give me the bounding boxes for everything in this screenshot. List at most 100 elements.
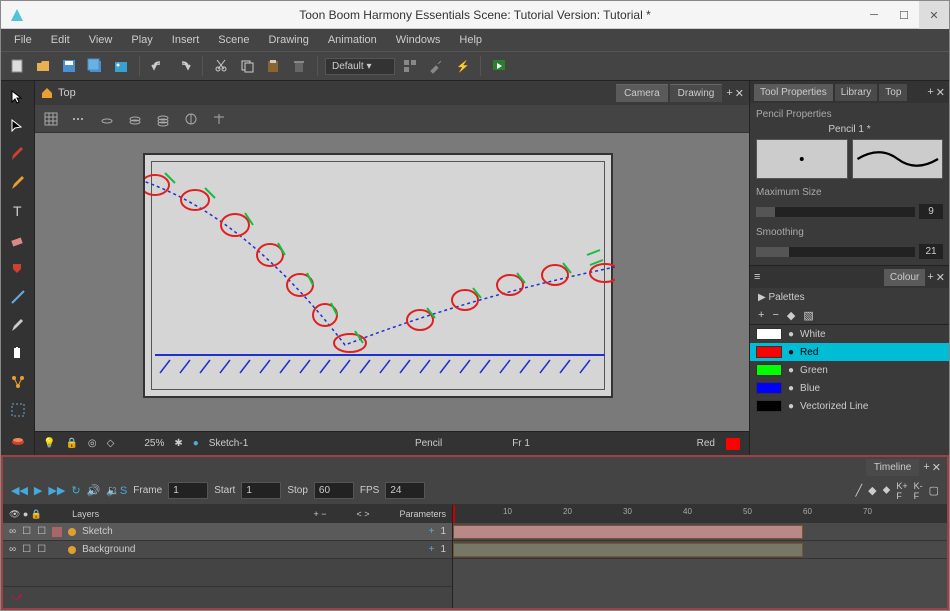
paste-icon[interactable] [262,55,284,77]
scrub-icon[interactable]: 🔉S [106,484,127,497]
node-tool-icon[interactable] [5,370,31,394]
menu-edit[interactable]: Edit [43,31,78,49]
brush-tip-preview[interactable] [756,139,848,179]
clone-colour-icon[interactable]: ◆ [787,309,795,322]
render-icon[interactable] [488,55,510,77]
copy-icon[interactable] [236,55,258,77]
frame-input[interactable] [168,482,208,499]
smoothing-slider[interactable] [756,247,915,257]
save-all-icon[interactable] [84,55,106,77]
close-tab-icon[interactable]: ✕ [735,87,744,100]
kf-add-icon[interactable]: K+F [896,481,907,501]
kf-icon-1[interactable]: ◆ [868,484,876,497]
tab-library[interactable]: Library [835,84,878,101]
lock-icon[interactable]: 🔒 [65,438,77,449]
colour-item-red[interactable]: ●Red [750,343,949,361]
add-panel-icon[interactable]: + [927,86,933,99]
redo-icon[interactable] [173,55,195,77]
tab-camera[interactable]: Camera [616,84,668,102]
eraser-tool-icon[interactable] [5,227,31,251]
colour-item-blue[interactable]: ●Blue [750,379,949,397]
target-icon[interactable]: ◎ [88,438,97,449]
grid-icon[interactable] [40,108,62,130]
track-background[interactable] [453,541,947,559]
workspace-icon[interactable] [399,55,421,77]
tool-icon[interactable] [425,55,447,77]
script-icon[interactable]: ⚡ [451,55,473,77]
loop-icon[interactable]: ↻ [71,484,80,497]
minimize-button[interactable]: ─ [859,1,889,29]
max-size-value[interactable]: 9 [919,204,943,219]
cut-icon[interactable] [210,55,232,77]
kf-mode-icon[interactable]: ╱ [856,484,863,497]
onion-icon[interactable] [68,108,90,130]
colour-picker-icon[interactable]: ▧ [803,309,813,322]
new-file-icon[interactable] [6,55,28,77]
hamburger-icon[interactable]: ≡ [754,271,760,283]
active-colour-swatch[interactable] [725,437,741,451]
sound-icon[interactable]: 🔊 [87,484,101,497]
open-file-icon[interactable] [32,55,54,77]
add-colour-tab-icon[interactable]: + [927,271,933,284]
add-timeline-tab-icon[interactable]: + [923,461,929,474]
add-colour-icon[interactable]: + [758,309,764,322]
start-input[interactable] [241,482,281,499]
colour-item-green[interactable]: ●Green [750,361,949,379]
palettes-expand[interactable]: ▶ Palettes [750,288,949,307]
menu-animation[interactable]: Animation [320,31,385,49]
lightbulb-icon[interactable]: 💡 [43,438,55,449]
colour-item-white[interactable]: ●White [750,325,949,343]
tab-tool-properties[interactable]: Tool Properties [754,84,833,101]
zoom-level[interactable]: 25% [144,438,164,449]
colour-item-vectorized[interactable]: ●Vectorized Line [750,397,949,415]
track-sketch[interactable] [453,523,947,541]
tab-top[interactable]: Top [879,84,907,101]
line-tool-icon[interactable] [5,284,31,308]
home-icon[interactable] [40,86,54,100]
menu-view[interactable]: View [81,31,121,49]
add-tab-icon[interactable]: + [726,87,732,100]
stop-input[interactable] [314,482,354,499]
layer-row-sketch[interactable]: ∞☐☐ Sketch + 1 [3,523,452,541]
delete-icon[interactable] [288,55,310,77]
maximize-button[interactable]: ☐ [889,1,919,29]
layer-row-background[interactable]: ∞☐☐ Background + 1 [3,541,452,559]
last-frame-icon[interactable]: ▶▶ [48,484,65,497]
balance-icon[interactable] [208,108,230,130]
rectangle-tool-icon[interactable] [5,398,31,422]
menu-drawing[interactable]: Drawing [260,31,316,49]
canvas-viewport[interactable] [35,133,749,431]
dropper-tool-icon[interactable] [5,313,31,337]
gear-icon[interactable]: ✱ [174,438,182,449]
play-icon[interactable]: ▶ [34,484,42,497]
menu-scene[interactable]: Scene [210,31,257,49]
tracks-panel[interactable]: 10 20 30 40 50 60 70 [453,505,947,608]
fps-input[interactable] [385,482,425,499]
close-button[interactable]: ✕ [919,1,949,29]
brush-stroke-preview[interactable] [852,139,944,179]
brush-tool-icon[interactable] [5,142,31,166]
menu-help[interactable]: Help [451,31,490,49]
smoothing-value[interactable]: 21 [919,244,943,259]
transform-tool-icon[interactable] [5,113,31,137]
tab-colour[interactable]: Colour [884,269,925,286]
text-tool-icon[interactable]: T [5,199,31,223]
visibility-icon[interactable]: ◇ [107,438,115,449]
import-icon[interactable] [110,55,132,77]
paint-tool-icon[interactable] [5,256,31,280]
marker-icon[interactable]: ▢ [929,484,939,497]
menu-file[interactable]: File [6,31,40,49]
save-icon[interactable] [58,55,80,77]
menu-play[interactable]: Play [123,31,160,49]
close-panel-icon[interactable]: ✕ [936,86,945,99]
menu-insert[interactable]: Insert [164,31,208,49]
hand-tool-icon[interactable] [5,341,31,365]
workspace-dropdown[interactable]: Default ▾ [325,58,395,75]
select-tool-icon[interactable] [5,85,31,109]
close-timeline-tab-icon[interactable]: ✕ [932,461,941,474]
pencil-tool-icon[interactable] [5,170,31,194]
peg3-icon[interactable] [152,108,174,130]
morph-tool-icon[interactable] [5,427,31,451]
first-frame-icon[interactable]: ◀◀ [11,484,28,497]
timeline-ruler[interactable]: 10 20 30 40 50 60 70 [453,505,947,523]
